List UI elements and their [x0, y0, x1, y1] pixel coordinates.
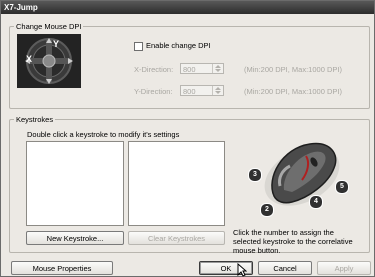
mouse-cursor-icon — [237, 263, 247, 277]
mouse-properties-button[interactable]: Mouse Properties — [11, 261, 113, 275]
cancel-button[interactable]: Cancel — [258, 261, 312, 275]
enable-dpi-checkbox[interactable] — [134, 42, 143, 51]
keystrokes-legend: Keystrokes — [16, 115, 54, 124]
keystrokes-hint: Double click a keystroke to modify it's … — [27, 130, 180, 139]
window-title: X7-Jump — [1, 1, 374, 14]
x-direction-spinner[interactable]: 800 — [180, 63, 224, 74]
spin-arrows-icon[interactable] — [212, 64, 223, 73]
x7-jump-window: X7-Jump Change Mouse DPI Y X Enable chan… — [0, 0, 375, 277]
mouse-button-2[interactable]: 2 — [260, 203, 274, 217]
dpi-joystick-pad[interactable]: Y X — [17, 34, 81, 88]
joystick-x-label: X — [26, 54, 33, 64]
change-dpi-legend: Change Mouse DPI — [16, 22, 82, 31]
mouse-button-3[interactable]: 3 — [248, 168, 262, 182]
mouse-button-5[interactable]: 5 — [335, 180, 349, 194]
assign-hint: Click the number to assign the selected … — [233, 228, 353, 255]
spin-arrows-icon[interactable] — [212, 86, 223, 95]
y-direction-spinner[interactable]: 800 — [180, 85, 224, 96]
x-direction-range: (Min:200 DPI, Max:1000 DPI) — [244, 65, 342, 74]
new-keystroke-button[interactable]: New Keystroke... — [26, 231, 124, 245]
keystroke-list-left[interactable] — [26, 141, 124, 226]
joystick-y-label: Y — [53, 39, 60, 49]
y-direction-range: (Min:200 DPI, Max:1000 DPI) — [244, 87, 342, 96]
keystroke-list-right[interactable] — [128, 141, 225, 226]
y-direction-value: 800 — [183, 87, 196, 96]
x-direction-value: 800 — [183, 65, 196, 74]
y-direction-label: Y-Direction: — [134, 87, 173, 96]
mouse-button-4[interactable]: 4 — [309, 195, 323, 209]
x-direction-label: X-Direction: — [134, 65, 174, 74]
apply-button[interactable]: Apply — [317, 261, 371, 275]
enable-dpi-label: Enable change DPI — [146, 41, 211, 50]
clear-keystrokes-button[interactable]: Clear Keystrokes — [128, 231, 225, 245]
